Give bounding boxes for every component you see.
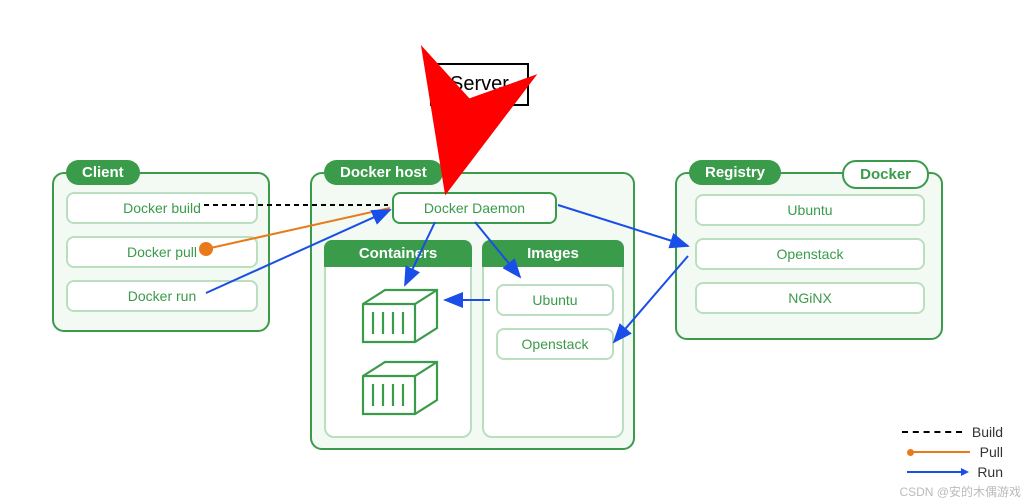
container-icon (361, 286, 439, 346)
legend-build: Build (902, 424, 1003, 440)
server-annotation-label: Server (450, 73, 509, 95)
client-item-pull: Docker pull (66, 236, 258, 268)
legend-pull-line (910, 451, 970, 453)
server-annotation-box: Server (430, 63, 529, 106)
legend-run-label: Run (977, 464, 1003, 480)
image-openstack: Openstack (496, 328, 614, 360)
docker-daemon: Docker Daemon (392, 192, 557, 224)
registry-panel-title: Registry (689, 160, 781, 185)
legend-run: Run (902, 464, 1003, 480)
legend: Build Pull Run (902, 424, 1003, 484)
legend-build-line (902, 431, 962, 433)
docker-architecture-diagram: Server Client Docker build Docker pull D… (0, 0, 1033, 502)
legend-pull: Pull (902, 444, 1003, 460)
client-item-build: Docker build (66, 192, 258, 224)
containers-subpanel: Containers (324, 240, 472, 438)
images-subpanel: Images Ubuntu Openstack (482, 240, 624, 438)
registry-subtitle: Docker (842, 160, 929, 189)
images-title: Images (482, 240, 624, 267)
host-panel-title: Docker host (324, 160, 443, 185)
client-panel-title: Client (66, 160, 140, 185)
host-panel: Docker host Docker Daemon Containers (310, 172, 635, 450)
registry-item-nginx: NGiNX (695, 282, 925, 314)
client-panel: Client Docker build Docker pull Docker r… (52, 172, 270, 332)
legend-pull-label: Pull (980, 444, 1003, 460)
legend-build-label: Build (972, 424, 1003, 440)
container-icon (361, 358, 439, 418)
registry-panel: Registry Docker Ubuntu Openstack NGiNX (675, 172, 943, 340)
containers-title: Containers (324, 240, 472, 267)
registry-item-openstack: Openstack (695, 238, 925, 270)
watermark: CSDN @安的木偶游戏 (899, 483, 1021, 500)
image-ubuntu: Ubuntu (496, 284, 614, 316)
registry-item-ubuntu: Ubuntu (695, 194, 925, 226)
client-item-run: Docker run (66, 280, 258, 312)
legend-run-line (907, 471, 967, 473)
